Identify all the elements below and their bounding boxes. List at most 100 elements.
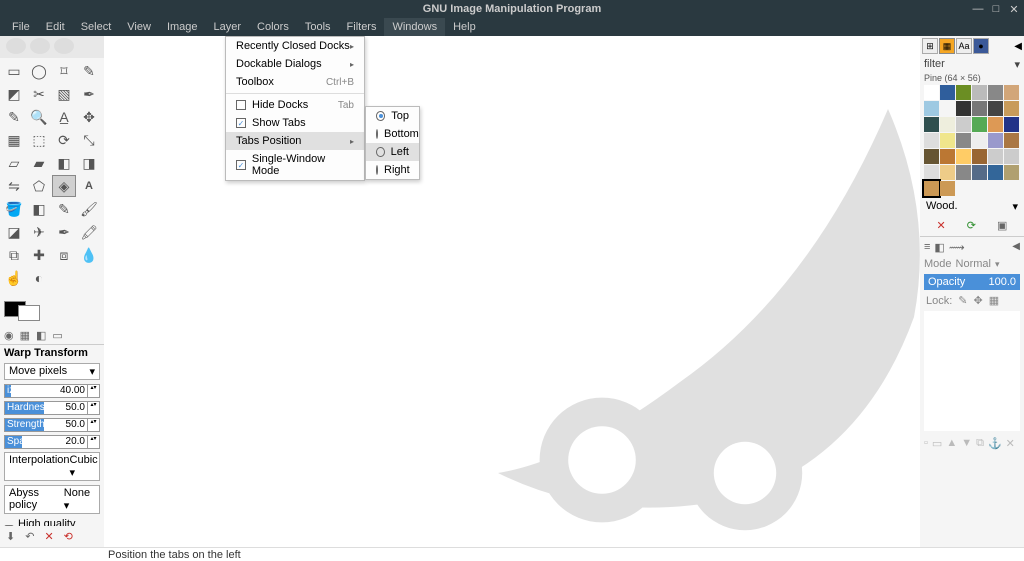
menu-view[interactable]: View [119,18,159,36]
tool-bucket[interactable]: 🪣 [2,198,26,220]
pattern-swatch[interactable] [956,117,971,132]
menu-tabs-position[interactable]: Tabs Position▸ [226,132,364,150]
menu-windows[interactable]: Windows [384,18,445,36]
menu-image[interactable]: Image [159,18,206,36]
open-pattern-icon[interactable]: ▣ [997,219,1007,232]
pattern-swatch[interactable] [956,133,971,148]
pattern-swatch[interactable] [988,85,1003,100]
tool-measure[interactable]: A̲ [52,106,76,128]
size-slider[interactable]: ize40.00▴▾ [4,384,100,398]
pattern-swatch[interactable] [988,149,1003,164]
tool-align[interactable]: ▦ [2,129,26,151]
tool-clone[interactable]: ⧉ [2,244,26,266]
delete-layer-icon[interactable]: ✕ [1006,437,1015,450]
pattern-swatch[interactable] [988,117,1003,132]
new-layer-icon[interactable]: ▫ [924,437,928,450]
pattern-swatch[interactable] [940,101,955,116]
lock-position-icon[interactable]: ✥ [974,294,983,307]
menu-show-tabs[interactable]: ✓Show Tabs [226,114,364,132]
tool-scissors[interactable]: ✂ [27,83,51,105]
dock-menu-icon[interactable]: ◀ [1014,41,1022,52]
tabs-top[interactable]: Top [366,107,419,125]
layers-tab[interactable]: ≡ [924,241,930,254]
pattern-swatch[interactable] [940,165,955,180]
strength-slider[interactable]: Strength50.0▴▾ [4,418,100,432]
pattern-swatch[interactable] [1004,117,1019,132]
color-swatch[interactable] [4,297,100,321]
tool-rotate[interactable]: ⟳ [52,129,76,151]
tool-rect-select[interactable]: ▭ [2,60,26,82]
menu-file[interactable]: File [4,18,38,36]
pattern-swatch[interactable] [972,149,987,164]
menu-colors[interactable]: Colors [249,18,297,36]
menu-dockable-dialogs[interactable]: Dockable Dialogs▸ [226,55,364,73]
minimize-icon[interactable]: — [972,3,984,15]
pattern-swatch[interactable] [956,85,971,100]
tool-ellipse-select[interactable]: ◯ [27,60,51,82]
menu-tools[interactable]: Tools [297,18,339,36]
pattern-swatch[interactable] [924,165,939,180]
fonts-tab[interactable]: Aa [956,38,972,54]
tool-eraser[interactable]: ◪ [2,221,26,243]
menu-filters[interactable]: Filters [339,18,385,36]
tool-move[interactable]: ✥ [77,106,101,128]
layer-group-icon[interactable]: ▭ [932,437,942,450]
pattern-name-dropdown-icon[interactable]: ▾ [1012,200,1018,213]
tool-flip[interactable]: ⇋ [2,175,26,197]
pattern-swatch[interactable] [1004,165,1019,180]
close-icon[interactable]: ✕ [1008,3,1020,15]
menu-recently-closed[interactable]: Recently Closed Docks▸ [226,37,364,55]
hardness-slider[interactable]: Hardness50.0▴▾ [4,401,100,415]
pattern-swatch[interactable] [1004,149,1019,164]
tool-smudge[interactable]: ☝ [2,267,26,289]
pattern-swatch[interactable] [956,101,971,116]
pattern-swatch[interactable] [956,149,971,164]
tool-text[interactable]: A [77,175,101,197]
reset-preset-icon[interactable]: ⟲ [64,530,73,543]
menu-edit[interactable]: Edit [38,18,73,36]
pattern-swatch[interactable] [1004,101,1019,116]
pattern-swatch[interactable] [972,101,987,116]
tool-unified[interactable]: ◧ [52,152,76,174]
background-color[interactable] [18,305,40,321]
tool-ink[interactable]: ✒ [52,221,76,243]
tool-heal[interactable]: ✚ [27,244,51,266]
tool-mypaint[interactable]: 🖍 [77,221,101,243]
pattern-swatch[interactable] [972,85,987,100]
delete-pattern-icon[interactable]: ✕ [937,219,946,232]
tool-dodge[interactable]: ◐ [27,267,51,289]
pattern-swatch[interactable] [988,101,1003,116]
pattern-swatch[interactable] [1004,133,1019,148]
interpolation-select[interactable]: InterpolationCubic ▾ [4,452,100,481]
maximize-icon[interactable]: □ [990,3,1002,15]
lower-layer-icon[interactable]: ▼ [961,437,972,450]
menu-single-window[interactable]: ✓Single-Window Mode [226,150,364,180]
menu-toolbox[interactable]: ToolboxCtrl+B [226,73,364,91]
pattern-swatch[interactable] [924,117,939,132]
pattern-swatch[interactable] [924,149,939,164]
paths-tab[interactable]: ⟿ [949,241,965,254]
lock-pixels-icon[interactable]: ✎ [958,294,967,307]
menu-select[interactable]: Select [73,18,120,36]
pattern-swatch[interactable] [924,85,939,100]
tool-free-select[interactable]: ⌑ [52,60,76,82]
tabs-left[interactable]: Left [366,143,419,161]
pattern-swatch[interactable] [956,165,971,180]
restore-preset-icon[interactable]: ↶ [25,530,34,543]
tool-blur[interactable]: 💧 [77,244,101,266]
tool-paths[interactable]: ✒ [77,83,101,105]
tabs-right[interactable]: Right [366,161,419,179]
tool-color-picker[interactable]: ✎ [2,106,26,128]
tool-foreground[interactable]: ▧ [52,83,76,105]
channels-tab[interactable]: ◧ [934,241,944,254]
refresh-pattern-icon[interactable]: ⟳ [967,219,976,232]
brushes-tab[interactable]: ⊞ [922,38,938,54]
pattern-swatch[interactable] [940,133,955,148]
tabs-bottom[interactable]: Bottom [366,125,419,143]
layers-menu-icon[interactable]: ◀ [1012,241,1020,254]
pattern-indicator-icon[interactable]: ▦ [20,329,30,342]
tool-by-color[interactable]: ◩ [2,83,26,105]
pattern-swatch[interactable] [940,85,955,100]
layers-list[interactable] [924,311,1020,431]
anchor-layer-icon[interactable]: ⚓ [988,437,1002,450]
